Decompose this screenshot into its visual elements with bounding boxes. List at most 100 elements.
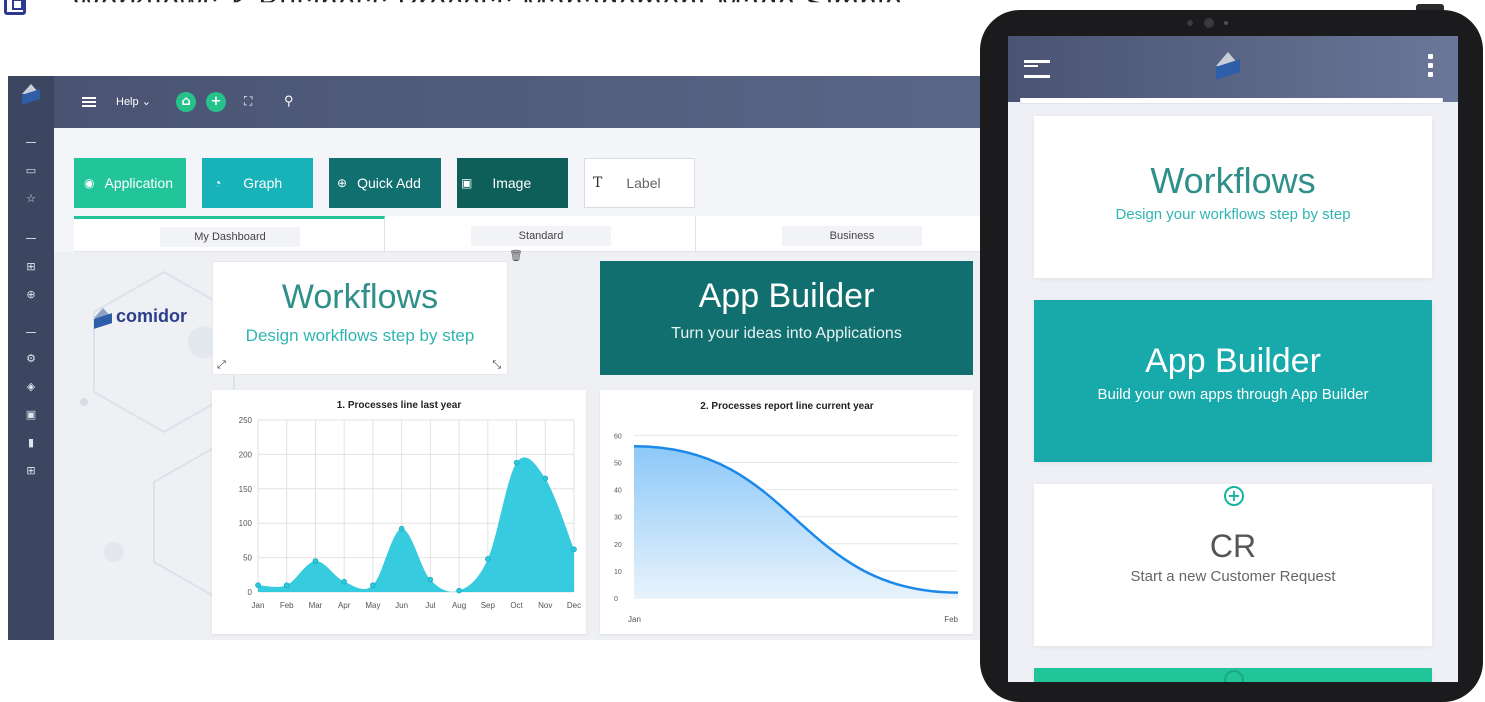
workflows-title: Workflows bbox=[281, 278, 439, 316]
chart-title: 1. Processes line last year bbox=[337, 400, 462, 411]
y-tick-label: 50 bbox=[243, 554, 252, 563]
tablet-sensor bbox=[1187, 20, 1193, 26]
plus-circle-icon[interactable]: + bbox=[1224, 486, 1244, 506]
sidebar: ▭ ☆ ⊞ ⊕ ⚙ ◈ ▣ ▮ ⊞ bbox=[8, 76, 54, 640]
chart-title: 2. Processes report line current year bbox=[700, 401, 874, 412]
hamburger-icon[interactable] bbox=[1024, 60, 1050, 78]
data-point bbox=[427, 576, 434, 583]
data-point bbox=[370, 582, 376, 588]
quick-add-label: Quick Add bbox=[357, 175, 421, 191]
star-icon[interactable]: ☆ bbox=[24, 192, 38, 206]
tab-my-dashboard[interactable]: My Dashboard bbox=[74, 216, 385, 252]
app-builder-title: App Builder bbox=[698, 277, 875, 315]
x-tick-label: Jan bbox=[628, 615, 641, 624]
y-tick-label: 200 bbox=[239, 450, 253, 459]
app-builder-widget[interactable]: App Builder Turn your ideas into Applica… bbox=[600, 261, 973, 375]
tablet-workflows-card[interactable]: Workflows Design your workflows step by … bbox=[1034, 116, 1432, 278]
x-tick-label: Dec bbox=[567, 601, 581, 610]
plus-icon[interactable]: + bbox=[206, 92, 226, 112]
bar-chart-icon[interactable]: ▮ bbox=[24, 436, 38, 450]
y-tick-label: 250 bbox=[239, 416, 253, 425]
cube-icon[interactable]: ◈ bbox=[24, 380, 38, 394]
series-area bbox=[258, 457, 574, 592]
page-title-fragment: Workflows & Business Process Management … bbox=[0, 0, 903, 16]
plus-circle-icon bbox=[1224, 670, 1244, 682]
app-logo-icon[interactable] bbox=[20, 84, 42, 105]
pie-icon: ◔ bbox=[214, 176, 222, 190]
stack-icon: ◉ bbox=[84, 176, 95, 190]
tablet-cr-subtitle: Start a new Customer Request bbox=[1130, 568, 1336, 585]
data-point bbox=[312, 558, 319, 564]
data-point bbox=[571, 546, 577, 553]
home-icon[interactable]: ⌂ bbox=[176, 92, 196, 112]
tablet-header bbox=[1008, 36, 1458, 102]
sidebar-collapse[interactable] bbox=[26, 238, 36, 239]
x-tick-label: May bbox=[365, 601, 380, 610]
folder-icon[interactable]: ▭ bbox=[24, 164, 38, 178]
help-menu[interactable]: Help ⌄ bbox=[116, 95, 151, 108]
data-point bbox=[542, 475, 549, 482]
tablet-workflows-subtitle: Design your workflows step by step bbox=[1115, 206, 1351, 223]
chart-processes-last-year: 1. Processes line last year 0 50 100 150 200 2… bbox=[212, 390, 586, 634]
help-label: Help bbox=[116, 96, 139, 108]
plus-circle-icon: ⊕ bbox=[337, 176, 348, 190]
kebab-icon[interactable] bbox=[1428, 54, 1433, 78]
tablet-cr-card[interactable]: + CR Start a new Customer Request bbox=[1034, 484, 1432, 646]
y-tick-label: 20 bbox=[614, 542, 622, 549]
quick-add-button[interactable]: ⊕ Quick Add bbox=[329, 158, 441, 208]
tablet-camera bbox=[1204, 18, 1214, 28]
y-tick-label: 0 bbox=[248, 588, 253, 597]
sidebar-collapse[interactable] bbox=[26, 142, 36, 143]
resize-icon[interactable]: ⤢ bbox=[217, 358, 226, 372]
top-header: Help ⌄ ⌂ + ⛶ ⚲ bbox=[54, 76, 1008, 128]
expand-icon[interactable]: ⛶ bbox=[244, 94, 252, 109]
tab-standard[interactable]: Standard bbox=[385, 216, 696, 252]
tablet-app-builder-title: App Builder bbox=[1145, 342, 1321, 380]
image-button[interactable]: ▣ Image bbox=[457, 158, 568, 208]
chart-1-svg: 1. Processes line last year 0 50 100 150 200 2… bbox=[239, 400, 581, 610]
label-button[interactable]: T Label bbox=[584, 158, 695, 208]
briefcase-icon[interactable]: ▣ bbox=[24, 408, 38, 422]
x-tick-label: Nov bbox=[538, 601, 552, 610]
data-point bbox=[456, 587, 462, 594]
x-tick-label: Jun bbox=[395, 601, 408, 610]
y-tick-label: 50 bbox=[614, 461, 622, 468]
x-tick-label: Apr bbox=[338, 601, 351, 610]
y-tick-label: 30 bbox=[614, 515, 622, 522]
tablet-app-builder-card[interactable]: App Builder Build your own apps through … bbox=[1034, 300, 1432, 462]
graph-button[interactable]: ◔ Graph bbox=[202, 158, 313, 208]
data-point bbox=[283, 582, 290, 588]
comidor-logo-icon bbox=[92, 307, 112, 329]
data-point bbox=[513, 459, 520, 466]
image-label: Image bbox=[492, 175, 532, 191]
tablet-workflows-title: Workflows bbox=[1150, 160, 1316, 201]
series-area bbox=[634, 446, 958, 598]
tab-business-label: Business bbox=[782, 226, 922, 246]
resize-corner-icon[interactable]: ⤡ bbox=[492, 358, 501, 372]
x-tick-label: Jul bbox=[425, 601, 435, 610]
tab-business[interactable]: Business bbox=[696, 216, 1008, 252]
hamburger-icon[interactable] bbox=[82, 97, 96, 107]
trash-icon[interactable]: 🗑 bbox=[509, 249, 523, 262]
x-tick-label: Aug bbox=[452, 601, 466, 610]
sidebar-collapse[interactable] bbox=[26, 332, 36, 333]
tablet-next-card[interactable] bbox=[1034, 668, 1432, 682]
tab-standard-label: Standard bbox=[471, 226, 611, 246]
workflows-widget[interactable]: Workflows Design workflows step by step … bbox=[212, 261, 508, 375]
x-tick-label: Oct bbox=[510, 601, 523, 610]
app-logo-icon[interactable] bbox=[1214, 52, 1242, 80]
app-builder-subtitle: Turn your ideas into Applications bbox=[671, 325, 902, 342]
x-tick-label: Sep bbox=[481, 601, 496, 610]
dashboard-tabs: My Dashboard Standard Business bbox=[74, 216, 1008, 252]
screenshot-stage: Workflows & Business Process Management … bbox=[0, 0, 1485, 702]
data-point bbox=[341, 578, 347, 585]
search-icon[interactable]: ⚲ bbox=[284, 93, 294, 109]
y-tick-label: 0 bbox=[614, 596, 618, 603]
plus-circle-icon[interactable]: ⊕ bbox=[24, 288, 38, 302]
grid-icon[interactable]: ⊞ bbox=[24, 260, 38, 274]
data-point bbox=[398, 525, 405, 532]
desktop-app: ▭ ☆ ⊞ ⊕ ⚙ ◈ ▣ ▮ ⊞ Help ⌄ ⌂ + ⛶ ⚲ ◉ Applic… bbox=[8, 76, 1008, 640]
application-button[interactable]: ◉ Application bbox=[74, 158, 186, 208]
apps-icon[interactable]: ⊞ bbox=[24, 464, 38, 478]
gear-icon[interactable]: ⚙ bbox=[24, 352, 38, 366]
